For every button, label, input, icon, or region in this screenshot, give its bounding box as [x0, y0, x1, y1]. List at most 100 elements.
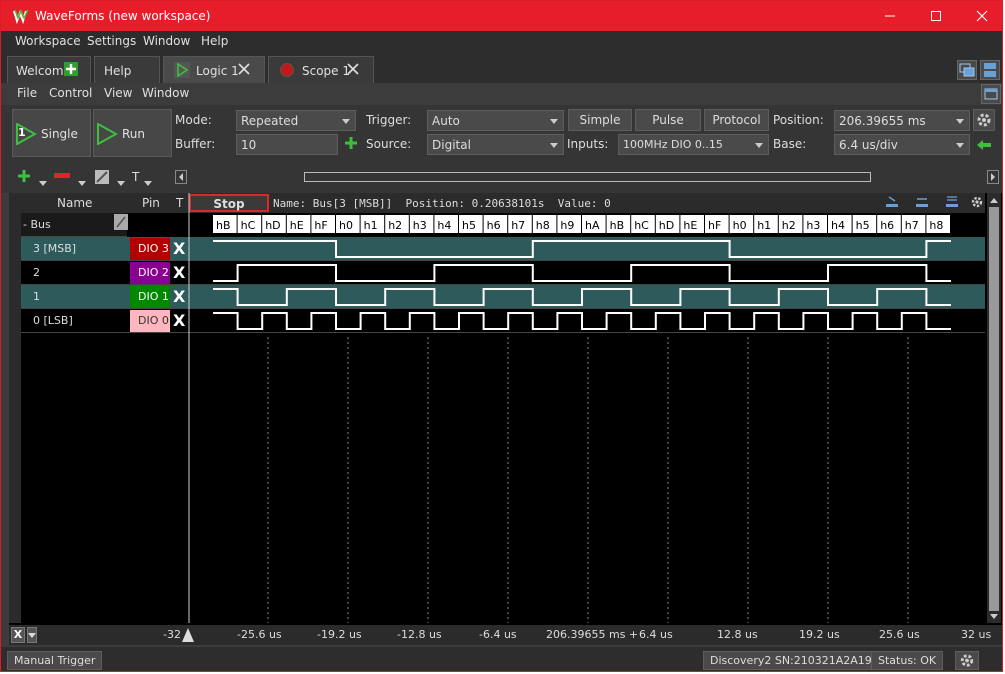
signal-view[interactable]: Name Pin T Stop Name: Bus[3 [MSB]] Posit… — [9, 193, 1002, 625]
chevron-down-icon — [342, 119, 350, 124]
cascade-windows-button[interactable] — [957, 60, 977, 80]
menu-file[interactable]: File — [17, 86, 37, 100]
minimize-icon — [885, 15, 895, 17]
manual-trigger-button[interactable]: Manual Trigger — [7, 651, 103, 670]
pulse-trigger-button[interactable]: Pulse — [635, 109, 701, 131]
tile-windows-button[interactable] — [980, 60, 1000, 80]
chevron-down-icon — [755, 143, 763, 148]
close-icon — [976, 10, 988, 22]
scroll-left-button[interactable] — [175, 170, 187, 184]
minimize-button[interactable] — [867, 1, 913, 31]
chevron-down-icon — [550, 143, 558, 148]
base-label: Base: — [773, 137, 807, 151]
trigger-column-menu[interactable]: T — [132, 170, 139, 184]
vertical-scrollbar[interactable] — [987, 193, 1001, 623]
run-icon — [97, 123, 118, 145]
protocol-trigger-button[interactable]: Protocol — [704, 109, 769, 131]
add-channel-icon[interactable] — [17, 169, 31, 183]
run-button[interactable]: Run — [93, 109, 172, 157]
chevron-down-icon[interactable] — [144, 181, 152, 187]
arrow-left-icon[interactable] — [976, 138, 992, 152]
bus-value: hC — [241, 219, 256, 232]
close-tab-icon[interactable] — [238, 63, 250, 75]
bus-value: h3 — [413, 219, 427, 232]
bus-value: h3 — [806, 219, 820, 232]
trigger-select[interactable]: Auto — [427, 110, 564, 131]
status-bar: Manual Trigger Discovery2 SN:210321A2A19… — [1, 647, 1002, 671]
maximize-button[interactable] — [913, 1, 959, 31]
position-settings-button[interactable] — [973, 109, 995, 131]
status-settings-button[interactable] — [955, 651, 979, 670]
instrument-menu-bar: File Control View Window — [1, 83, 1002, 105]
title-bar: WaveForms (new workspace) — [1, 1, 1002, 31]
channel-toolbar: T — [1, 161, 1002, 193]
bus-value: hE — [683, 219, 697, 232]
menu-view[interactable]: View — [104, 86, 132, 100]
remove-channel-icon[interactable] — [54, 173, 70, 179]
menu-window[interactable]: Window — [143, 34, 190, 48]
dock-button[interactable] — [981, 84, 1001, 104]
position-input[interactable]: 206.39655 ms — [834, 110, 970, 131]
bus-value: hA — [585, 219, 600, 232]
menu-help[interactable]: Help — [201, 34, 228, 48]
source-value: Digital — [432, 138, 471, 152]
time-tick-label: 19.2 us — [799, 628, 840, 641]
time-tick-label: 32 us — [961, 628, 992, 641]
time-scrollbar[interactable] — [304, 172, 871, 182]
base-select[interactable]: 6.4 us/div — [834, 134, 970, 155]
close-button[interactable] — [959, 1, 1002, 31]
scrollbar-thumb[interactable] — [989, 207, 999, 611]
trigger-position-icon[interactable] — [181, 626, 195, 644]
tab-logic[interactable]: Logic 1 — [163, 56, 265, 83]
bus-value: h1 — [757, 219, 771, 232]
chevron-down-icon[interactable] — [78, 181, 86, 187]
close-tab-icon[interactable] — [347, 63, 359, 75]
mode-select[interactable]: Repeated — [236, 110, 356, 131]
bus-value: h2 — [388, 219, 402, 232]
trigger-value: Auto — [432, 114, 460, 128]
bus-value: h7 — [905, 219, 919, 232]
add-buffer-icon[interactable] — [344, 136, 358, 150]
position-value: 206.39655 ms — [839, 114, 926, 128]
cascade-icon — [959, 63, 975, 77]
device-info[interactable]: Discovery2 SN:210321A2A19B — [703, 651, 887, 670]
add-icon[interactable] — [64, 62, 78, 76]
axis-menu-button[interactable] — [27, 627, 37, 643]
bus-value: h7 — [511, 219, 525, 232]
chevron-down-icon[interactable] — [989, 613, 999, 621]
tab-scope[interactable]: Scope 1 — [268, 56, 374, 83]
chevron-down-icon[interactable] — [39, 181, 47, 187]
bus-value: hD — [659, 219, 674, 232]
chevron-up-icon[interactable] — [989, 196, 999, 204]
tab-scope-label: Scope 1 — [302, 64, 351, 78]
dio-3-waveform — [213, 240, 951, 258]
menu-window[interactable]: Window — [142, 86, 189, 100]
edit-icon[interactable] — [94, 169, 110, 185]
scroll-right-button[interactable] — [987, 170, 999, 184]
simple-trigger-button[interactable]: Simple — [568, 109, 632, 131]
bus-value: h4 — [437, 219, 451, 232]
menu-control[interactable]: Control — [49, 86, 92, 100]
bus-value: hE — [290, 219, 304, 232]
x-axis-button[interactable]: X — [11, 627, 25, 643]
tab-help-label: Help — [104, 64, 132, 78]
source-select[interactable]: Digital — [427, 134, 564, 155]
chevron-down-icon[interactable] — [117, 181, 125, 187]
dio-0-waveform — [213, 312, 951, 330]
bus-value: h4 — [831, 219, 845, 232]
waveform-canvas[interactable]: hB hC hD hE hF h0 h1 h2 h3 h4 h5 h6 h7 h8 h9 hA hB hC hD hE… — [9, 193, 987, 623]
buffer-label: Buffer: — [175, 137, 216, 151]
position-label: Position: — [773, 113, 824, 127]
single-badge: 1 — [18, 126, 26, 139]
inputs-select[interactable]: 100MHz DIO 0..15 — [618, 134, 769, 155]
tab-help[interactable]: Help — [94, 56, 160, 83]
status-badge[interactable]: Status: OK — [871, 651, 944, 670]
bus-value: h9 — [560, 219, 574, 232]
tab-welcome[interactable]: Welcome — [7, 56, 91, 83]
menu-workspace[interactable]: Workspace — [15, 34, 81, 48]
bus-value: hD — [265, 219, 280, 232]
single-button[interactable]: 1 Single — [12, 109, 91, 157]
bus-value: h6 — [880, 219, 894, 232]
menu-settings[interactable]: Settings — [87, 34, 136, 48]
buffer-input[interactable]: 10 — [236, 134, 338, 155]
